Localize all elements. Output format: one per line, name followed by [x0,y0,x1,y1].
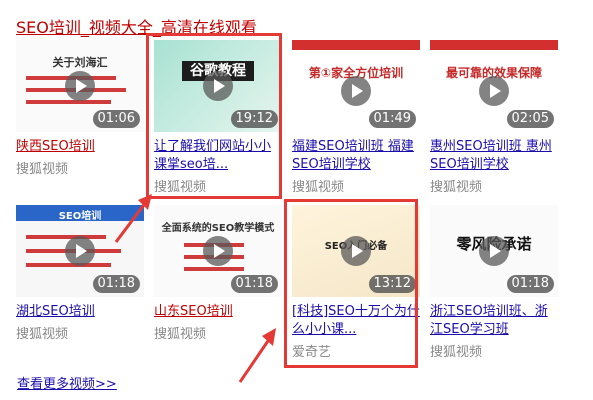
play-icon[interactable] [65,71,95,101]
video-card[interactable]: 第①家全方位培训 01:49 福建SEO培训班 福建SEO培训学校 搜狐视频 [292,40,420,195]
highlight-box [146,33,282,199]
video-source: 搜狐视频 [16,327,69,342]
thumb-decoration [26,100,111,104]
video-thumbnail[interactable]: 关于刘海汇 01:06 [16,40,144,132]
video-title-link[interactable]: 湖北SEO培训 [16,303,144,321]
video-card[interactable]: 最可靠的效果保障 02:05 惠州SEO培训班 惠州SEO培训学校 搜狐视频 [430,40,558,195]
thumb-text: 关于刘海汇 [52,56,108,69]
duration-badge: 01:49 [368,110,416,128]
video-source: 搜狐视频 [430,180,483,195]
video-thumbnail[interactable]: 全面系统的SEO教学模式 01:18 [154,205,282,297]
play-icon[interactable] [479,76,509,106]
video-thumbnail[interactable]: 零风险承诺 01:18 [430,205,558,297]
duration-badge: 01:18 [506,275,554,293]
video-title-link[interactable]: 福建SEO培训班 福建SEO培训学校 [292,138,420,174]
video-source: 搜狐视频 [16,162,69,177]
arrow-icon [114,194,152,243]
duration-badge: 01:18 [92,275,140,293]
play-icon[interactable] [203,236,233,266]
duration-badge: 02:05 [506,110,554,128]
video-thumbnail[interactable]: 最可靠的效果保障 02:05 [430,40,558,132]
highlight-box [284,199,418,368]
thumb-decoration [184,267,244,271]
thumb-decoration [26,235,106,239]
video-title-link[interactable]: 陕西SEO培训 [16,138,144,156]
more-videos-link[interactable]: 查看更多视频>> [17,373,117,392]
video-source: 搜狐视频 [430,345,483,360]
play-icon[interactable] [65,236,95,266]
thumb-decoration [26,263,111,267]
video-title-link[interactable]: 浙江SEO培训班、浙江SEO学习班 [430,303,558,339]
video-source: 搜狐视频 [292,180,345,195]
play-icon[interactable] [341,76,371,106]
video-card[interactable]: 关于刘海汇 01:06 陕西SEO培训 搜狐视频 [16,40,144,177]
video-thumbnail[interactable]: 第①家全方位培训 01:49 [292,40,420,132]
duration-badge: 01:06 [92,110,140,128]
video-title-link[interactable]: 惠州SEO培训班 惠州SEO培训学校 [430,138,558,174]
duration-badge: 01:18 [230,275,278,293]
video-title-link[interactable]: 山东SEO培训 [154,303,282,321]
play-icon[interactable] [479,236,509,266]
arrow-icon [238,328,276,383]
video-card[interactable]: 零风险承诺 01:18 浙江SEO培训班、浙江SEO学习班 搜狐视频 [430,205,558,360]
thumb-text: 全面系统的SEO教学模式 [161,223,275,234]
